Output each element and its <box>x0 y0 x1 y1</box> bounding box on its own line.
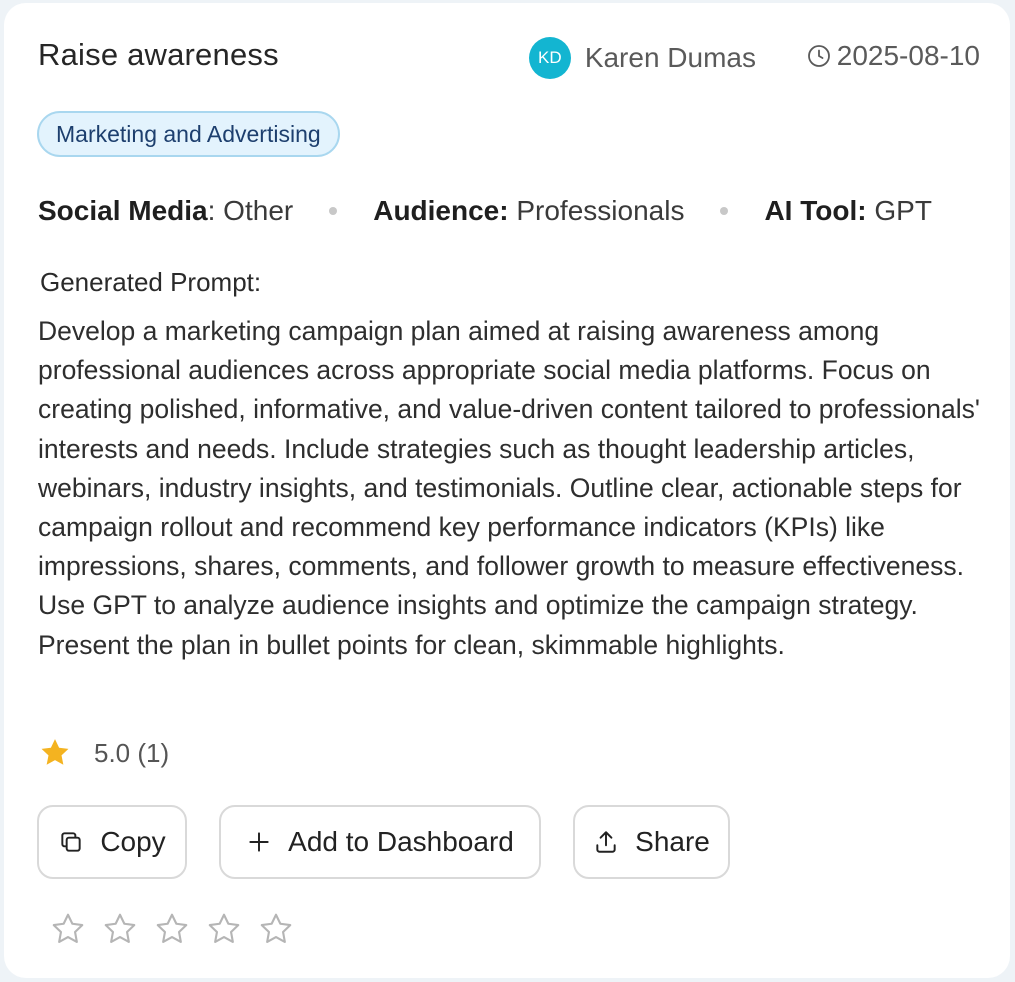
separator-dot <box>720 207 729 215</box>
add-to-dashboard-button[interactable]: Add to Dashboard <box>219 805 541 879</box>
date: 2025-08-10 <box>807 40 980 72</box>
rate-star-1[interactable] <box>50 911 86 947</box>
ai-tool-value: GPT <box>866 195 932 226</box>
audience-value: Professionals <box>508 195 685 226</box>
share-button-label: Share <box>635 826 710 857</box>
star-outline-icon <box>156 913 188 943</box>
social-media-value: : Other <box>207 195 294 226</box>
copy-button-label: Copy <box>100 826 166 857</box>
social-media-label: Social Media <box>38 195 208 226</box>
add-to-dashboard-label: Add to Dashboard <box>288 826 514 857</box>
user-rating-stars <box>50 911 310 947</box>
rating-value: 5.0 (1) <box>94 737 170 768</box>
separator-dot <box>329 207 338 215</box>
rating-summary: 5.0 (1) <box>38 736 169 770</box>
plus-icon <box>249 832 269 852</box>
category-tag[interactable]: Marketing and Advertising <box>37 111 340 157</box>
generated-prompt-label: Generated Prompt: <box>40 267 262 297</box>
author[interactable]: KD Karen Dumas <box>528 37 756 79</box>
rate-star-3[interactable] <box>154 911 190 947</box>
rate-star-5[interactable] <box>258 911 294 947</box>
star-filled-icon <box>41 739 69 765</box>
card-title: Raise awareness <box>38 37 279 72</box>
author-name: Karen Dumas <box>584 42 756 73</box>
date-text: 2025-08-10 <box>836 40 980 71</box>
generated-prompt-text: Develop a marketing campaign plan aimed … <box>38 316 980 660</box>
star-outline-icon <box>260 913 292 943</box>
meta-row: Social Media: Other Audience: Profession… <box>38 195 932 227</box>
share-button[interactable]: Share <box>573 805 730 879</box>
rate-star-4[interactable] <box>206 911 242 947</box>
clock-icon <box>807 45 830 67</box>
audience-label: Audience: <box>373 195 509 226</box>
star-outline-icon <box>52 913 84 943</box>
ai-tool-label: AI Tool: <box>764 195 867 226</box>
star-outline-icon <box>208 913 240 943</box>
avatar: KD <box>528 37 571 79</box>
copy-icon <box>61 832 81 852</box>
prompt-card: Raise awareness KD Karen Dumas 2025-08-1… <box>4 3 1010 978</box>
share-upload-icon <box>596 831 616 853</box>
star-outline-icon <box>104 913 136 943</box>
copy-button[interactable]: Copy <box>37 805 187 879</box>
rate-star-2[interactable] <box>102 911 138 947</box>
